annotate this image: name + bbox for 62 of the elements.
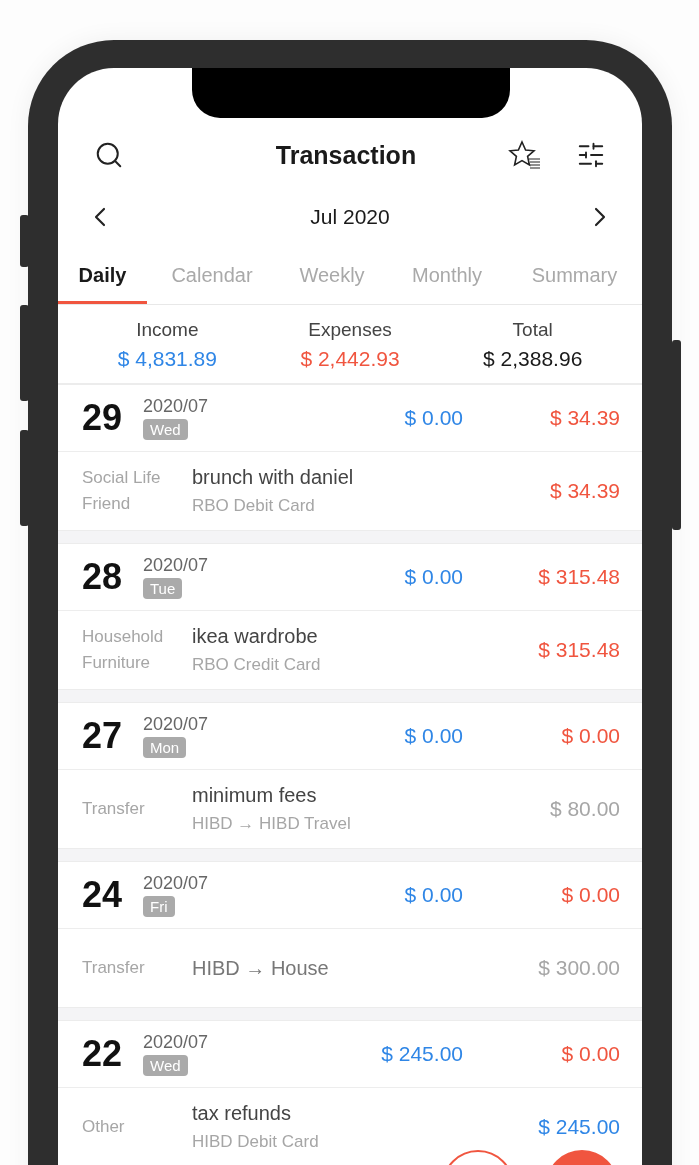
- summary-label: Total: [512, 319, 553, 341]
- summary-value: $ 2,388.96: [483, 347, 583, 371]
- day-income: $ 0.00: [403, 883, 463, 907]
- day-expense: $ 34.39: [548, 406, 620, 430]
- weekday-badge: Fri: [143, 896, 175, 917]
- category-label: Other: [82, 1117, 126, 1137]
- account-label: RBO Credit Card: [192, 655, 322, 675]
- transaction-title: tax refunds: [192, 1102, 292, 1125]
- tab[interactable]: Daily: [58, 252, 147, 304]
- transaction-title: brunch with daniel: [192, 466, 355, 489]
- summary-label: Income: [136, 319, 199, 341]
- month-year: 2020/07: [143, 873, 209, 894]
- category-label: Social Life: [82, 468, 162, 488]
- account-label: RBO Debit Card: [192, 496, 316, 516]
- transaction-amount: $ 245.00: [538, 1115, 620, 1139]
- day-number: 28: [82, 556, 124, 598]
- day-income: $ 0.00: [403, 565, 463, 589]
- month-label: Jul 2020: [310, 205, 390, 229]
- day-number: 27: [82, 715, 124, 757]
- day-number: 22: [82, 1033, 124, 1075]
- transaction-title: minimum fees: [192, 784, 318, 807]
- transaction-amount: $ 300.00: [538, 956, 620, 980]
- subcategory-label: Furniture: [82, 653, 152, 673]
- month-year: 2020/07: [143, 396, 209, 417]
- transaction-amount: $ 34.39: [549, 479, 620, 503]
- weekday-badge: Wed: [143, 1055, 188, 1076]
- day-income: $ 0.00: [403, 406, 463, 430]
- month-year: 2020/07: [143, 714, 209, 735]
- subcategory-label: Friend: [82, 494, 132, 514]
- day-income: $ 0.00: [403, 724, 463, 748]
- category-label: Transfer: [82, 958, 146, 978]
- screen-title: Transaction: [274, 140, 418, 170]
- weekday-badge: Tue: [143, 578, 183, 599]
- account-label: HIBD Debit Card: [192, 1132, 320, 1152]
- day-expense: $ 0.00: [560, 883, 620, 907]
- weekday-badge: Wed: [143, 419, 188, 440]
- category-label: Household: [82, 627, 165, 647]
- transaction-amount: $ 80.00: [549, 797, 620, 821]
- filter-button[interactable]: [576, 140, 606, 170]
- account-label: HIBD → HIBD Travel: [192, 814, 352, 834]
- day-income: $ 245.00: [380, 1042, 463, 1066]
- transaction-amount: $ 315.48: [538, 638, 620, 662]
- summary-value: $ 4,831.89: [117, 347, 217, 371]
- summary-value: $ 2,442.93: [300, 347, 400, 371]
- month-year: 2020/07: [143, 1032, 209, 1053]
- month-year: 2020/07: [143, 555, 209, 576]
- transaction-row[interactable]: Social Life Friend brunch with daniel RBO Debit Card $ 34.39: [58, 452, 642, 530]
- day-number: 24: [82, 874, 124, 916]
- transaction-row[interactable]: Other tax refunds HIBD Debit Card $ 245.00: [58, 1088, 642, 1165]
- transaction-title: HIBD → House: [192, 956, 330, 980]
- transaction-row[interactable]: Transfer HIBD → House $ 300.00: [58, 929, 642, 1007]
- day-expense: $ 0.00: [560, 724, 620, 748]
- search-button[interactable]: [94, 140, 124, 170]
- summary-label: Expenses: [308, 319, 392, 341]
- transaction-title: ikea wardrobe: [192, 625, 319, 648]
- weekday-badge: Mon: [143, 737, 187, 758]
- category-label: Transfer: [82, 799, 146, 819]
- day-expense: $ 0.00: [560, 1042, 620, 1066]
- day-number: 29: [82, 397, 124, 439]
- day-expense: $ 315.48: [537, 565, 620, 589]
- transaction-row[interactable]: Household Furniture ikea wardrobe RBO Credit Card $ 315.48: [58, 611, 642, 689]
- transaction-row[interactable]: Transfer minimum fees HIBD → HIBD Travel $ 80.00: [58, 770, 642, 848]
